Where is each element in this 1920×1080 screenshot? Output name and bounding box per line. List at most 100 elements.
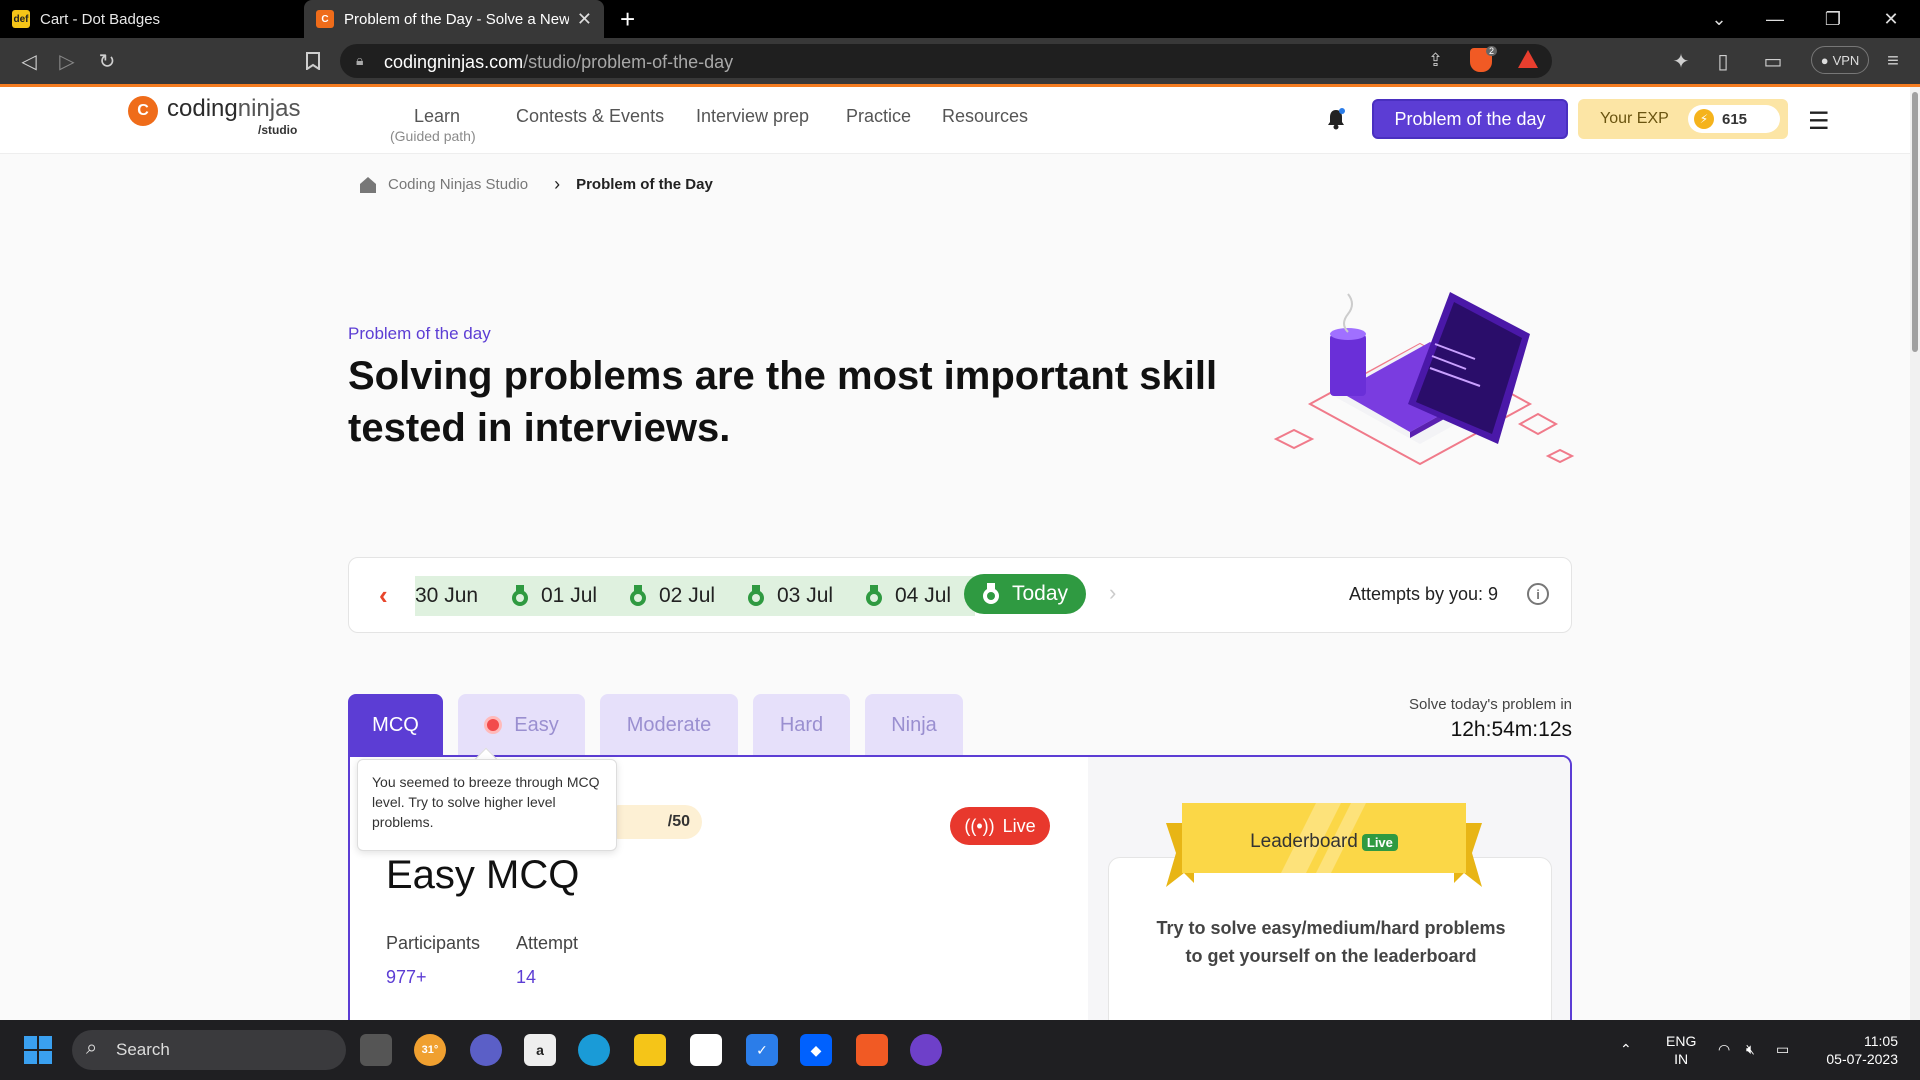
laptop-illustration [1273,292,1575,466]
dropbox-icon[interactable]: ◆ [800,1034,832,1066]
exp-value-pill: ⚡︎ 615 [1688,105,1780,133]
nav-learn[interactable]: Learn [414,106,460,127]
brave-rewards-icon[interactable] [1518,50,1538,68]
attempt-label: Attempt [516,933,579,953]
search-icon: ⌕ [86,1037,98,1059]
date-03-jul[interactable]: 03 Jul [747,576,833,616]
minimize-button[interactable]: — [1752,0,1798,38]
tab-cart-dot-badges[interactable]: def Cart - Dot Badges [0,0,302,38]
date-04-jul[interactable]: 04 Jul [865,576,951,616]
date-01-jul[interactable]: 01 Jul [511,576,597,616]
meet-icon[interactable] [470,1034,502,1066]
timer-label: Solve today's problem in [1409,696,1572,713]
lock-icon: 🔒︎ [356,52,364,68]
nav-interview-prep[interactable]: Interview prep [696,106,809,127]
tab-title: Cart - Dot Badges [40,10,161,28]
nav-practice[interactable]: Practice [846,106,911,127]
leaderboard-message: Try to solve easy/medium/hard problems t… [1156,918,1506,966]
weather-icon[interactable]: 31° [414,1034,446,1066]
home-icon[interactable] [358,176,378,194]
tab-title: Problem of the Day - Solve a New [344,10,569,28]
exp-value: 615 [1722,110,1748,128]
scrollbar-thumb[interactable] [1912,92,1918,352]
breadcrumb-home[interactable]: Coding Ninjas Studio [388,176,528,193]
extensions-icon[interactable]: ✦ [1666,46,1696,76]
clock[interactable]: 11:05 05-07-2023 [1814,1032,1898,1068]
problem-title[interactable]: Easy MCQ [386,853,579,898]
dot-badges-favicon-icon: def [12,10,30,28]
logo-text[interactable]: codingninjas [167,95,300,123]
todo-icon[interactable]: ✓ [746,1034,778,1066]
level-tooltip: You seemed to breeze through MCQ level. … [357,759,617,851]
close-icon[interactable]: ✕ [577,9,592,30]
store-icon[interactable] [690,1034,722,1066]
reload-button[interactable]: ↻ [92,46,122,76]
back-button[interactable]: ◁ [14,46,44,76]
new-tab-button[interactable]: + [620,4,635,35]
chevron-right-icon[interactable]: › [1109,580,1116,606]
score-badge: /50 [602,805,702,839]
problem-of-the-day-button[interactable]: Problem of the day [1372,99,1568,139]
menu-icon[interactable]: ≡ [1878,46,1908,76]
address-bar[interactable]: 🔒︎ codingninjas.com/studio/problem-of-th… [340,44,1552,78]
tab-ninja[interactable]: Ninja [865,694,963,756]
medal-icon [512,585,528,606]
tab-hard[interactable]: Hard [753,694,850,756]
tab-moderate[interactable]: Moderate [600,694,738,756]
brave-browser-icon[interactable] [856,1034,888,1066]
close-window-button[interactable]: ✕ [1868,0,1914,38]
info-icon[interactable]: i [1527,583,1549,605]
lightning-coin-icon: ⚡︎ [1694,109,1714,129]
notification-bell-icon[interactable] [1327,108,1345,135]
tab-easy[interactable]: Easy [458,694,585,756]
bookmark-icon[interactable] [298,46,328,76]
chevron-left-icon[interactable]: ‹ [379,580,388,611]
nav-resources[interactable]: Resources [942,106,1028,127]
codingninjas-favicon-icon: C [316,10,334,28]
tab-mcq[interactable]: MCQ [348,694,443,756]
date-30-jun[interactable]: 30 Jun [415,576,478,616]
codingninjas-logo-icon[interactable]: C [128,96,158,126]
browser-toolbar: ◁ ▷ ↻ 🔒︎ codingninjas.com/studio/problem… [0,38,1920,84]
edge-icon[interactable] [578,1034,610,1066]
vpn-button[interactable]: ● VPN [1811,46,1869,74]
tab-search-chevron-icon[interactable]: ⌄ [1696,0,1742,38]
sidebar-icon[interactable]: ▯ [1708,46,1738,76]
tab-problem-of-the-day[interactable]: C Problem of the Day - Solve a New ✕ [304,0,604,38]
live-dot-icon [484,716,503,734]
date-02-jul[interactable]: 02 Jul [629,576,715,616]
medal-icon [748,585,764,606]
nav-contests-events[interactable]: Contests & Events [516,106,664,127]
exp-label: Your EXP [1600,110,1669,127]
volume-muted-icon[interactable]: 🔇︎ [1746,1040,1755,1058]
leaderboard-live-badge: Live [1361,833,1398,851]
live-button[interactable]: ((•)) Live [950,807,1050,845]
forward-button[interactable]: ▷ [52,46,82,76]
hamburger-menu-icon[interactable]: ☰ [1808,107,1830,136]
windows-taskbar: ⌕ Search 31° a ✓ ◆ ⌃ ENG IN ◠ 🔇︎ ▭ 11:05 0… [0,1020,1920,1080]
browser-tab-strip: def Cart - Dot Badges C Problem of the D… [0,0,1920,38]
taskbar-search[interactable]: ⌕ Search [72,1030,346,1070]
hero-kicker: Problem of the day [348,324,491,343]
wifi-icon[interactable]: ◠ [1718,1040,1730,1058]
language-indicator[interactable]: ENG IN [1666,1032,1696,1068]
task-view-icon[interactable] [360,1034,392,1066]
medal-icon [630,585,646,606]
show-hidden-icons-icon[interactable]: ⌃ [1620,1040,1632,1058]
restore-button[interactable]: ❐ [1810,0,1856,38]
date-selector: ‹ 30 Jun 01 Jul 02 Jul 03 Jul 04 Jul Tod… [348,557,1572,633]
wallet-icon[interactable]: ▭ [1758,46,1788,76]
leaderboard-ribbon: Leaderboard Live [1166,803,1482,887]
date-today[interactable]: Today [964,574,1086,614]
battery-icon[interactable]: ▭ [1776,1040,1789,1058]
exp-badge[interactable]: Your EXP ⚡︎ 615 [1578,99,1788,139]
brave-shields-badge: 2 [1486,46,1498,56]
countdown-timer: 12h:54m:12s [1450,718,1572,741]
amazon-icon[interactable]: a [524,1034,556,1066]
share-icon[interactable]: ⇪ [1428,50,1443,71]
github-desktop-icon[interactable] [910,1034,942,1066]
file-explorer-icon[interactable] [634,1034,666,1066]
breadcrumb-current: Problem of the Day [576,176,713,193]
windows-start-icon[interactable] [24,1036,52,1064]
leaderboard-title: Leaderboard Live [1166,831,1482,853]
